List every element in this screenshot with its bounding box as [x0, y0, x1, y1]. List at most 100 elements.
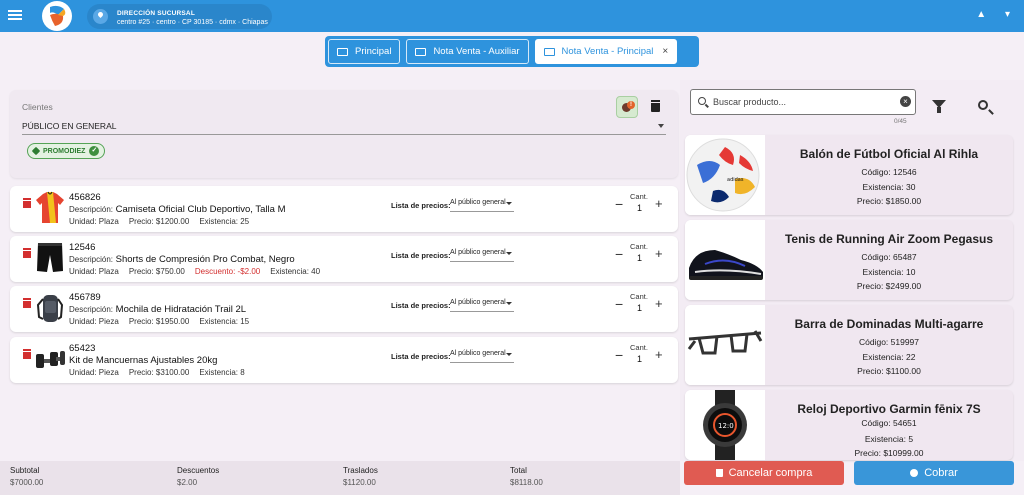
product-card[interactable]: Tenis de Running Air Zoom Pegasus Código… [685, 220, 1013, 300]
discounts-total: Descuentos $2.00 [177, 466, 220, 487]
increment-button[interactable]: + [655, 246, 663, 261]
item-meta: Unidad: Pieza Precio: $1950.00 Existencia:… [69, 317, 250, 326]
search-count: 0/45 [894, 118, 907, 125]
product-price: Precio: $1100.00 [857, 366, 921, 376]
charge-button[interactable]: Cobrar [854, 461, 1014, 485]
tab-nota-venta-auxiliar[interactable]: Nota Venta - Auxiliar [406, 39, 529, 64]
product-card[interactable]: 12:0 Reloj Deportivo Garmin fēnix 7S Cód… [685, 390, 1013, 460]
check-circle-icon[interactable]: ✓ [89, 146, 100, 156]
item-description: Descripción: Camiseta Oficial Club Depor… [69, 204, 286, 215]
product-code: Código: 519997 [858, 337, 920, 347]
cancel-purchase-button[interactable]: Cancelar compra [684, 461, 844, 485]
product-search[interactable]: × [690, 89, 916, 115]
product-code: Código: 12546 [861, 167, 917, 177]
price-list-select[interactable]: Al público general [450, 249, 514, 262]
price-list-select[interactable]: Al público general [450, 350, 514, 363]
tab-bar: Principal Nota Venta - Auxiliar Nota Ven… [325, 36, 699, 67]
folder-icon [337, 47, 348, 56]
grand-total: Total $8118.00 [510, 466, 543, 487]
product-card[interactable]: Barra de Dominadas Multi-agarre Código: … [685, 305, 1013, 385]
chevron-up-icon[interactable]: ▲ [976, 9, 986, 20]
dropdown-caret-icon [658, 124, 664, 128]
quantity-value[interactable]: 1 [637, 203, 642, 213]
item-code: 65423 [69, 343, 96, 354]
hamburger-menu-icon[interactable] [8, 8, 22, 22]
trash-icon [715, 469, 723, 477]
product-stock: Existencia: 22 [862, 352, 916, 362]
client-value: PÚBLICO EN GENERAL [22, 121, 117, 131]
product-name: Balón de Fútbol Oficial Al Rihla [799, 147, 979, 161]
location-pin-icon [93, 9, 108, 24]
decrement-button[interactable]: − [615, 347, 623, 363]
decrement-button[interactable]: − [615, 196, 623, 212]
svg-text:12:0: 12:0 [718, 422, 734, 430]
product-price: Precio: $10999.00 [854, 448, 924, 458]
shorts-thumbnail [37, 243, 63, 272]
branch-selector[interactable]: DIRECCIÓN SUCURSAL centro #25 · centro ·… [87, 4, 272, 29]
client-select[interactable]: PÚBLICO EN GENERAL [22, 121, 666, 135]
cart-item-row: 65423 Kit de Mancuernas Ajustables 20kg … [10, 337, 678, 383]
clear-cart-trash-icon[interactable] [651, 100, 660, 112]
dropdown-caret-icon [506, 353, 512, 356]
increment-button[interactable]: + [655, 196, 663, 211]
quantity-label: Cant. [630, 242, 648, 251]
tag-icon [31, 146, 41, 156]
price-list-select[interactable]: Al público general [450, 199, 514, 212]
product-stock: Existencia: 5 [864, 434, 914, 444]
quantity-value[interactable]: 1 [637, 354, 642, 364]
branch-title: DIRECCIÓN SUCURSAL [117, 10, 195, 17]
product-name: Barra de Dominadas Multi-agarre [794, 317, 984, 331]
promo-chip-label: PROMODIEZ [43, 147, 86, 155]
cart-item-row: 456826 Descripción: Camiseta Oficial Clu… [10, 186, 678, 232]
client-alert-button[interactable]: ! [616, 96, 638, 118]
increment-button[interactable]: + [655, 296, 663, 311]
item-meta: Unidad: Plaza Precio: $1200.00 Existencia:… [69, 217, 250, 226]
quantity-label: Cant. [630, 292, 648, 301]
promo-chip[interactable]: PROMODIEZ ✓ [27, 143, 106, 159]
price-list-label: Lista de precios: [391, 251, 451, 260]
dropdown-caret-icon [506, 202, 512, 205]
item-code: 456789 [69, 292, 101, 303]
product-search-input[interactable] [713, 94, 883, 110]
delete-item-icon[interactable] [23, 298, 31, 308]
filter-icon[interactable] [932, 100, 946, 113]
product-code: Código: 54651 [861, 418, 917, 428]
decrement-button[interactable]: − [615, 296, 623, 312]
search-icon [698, 97, 706, 105]
tab-nota-venta-principal[interactable]: Nota Venta - Principal × [534, 39, 678, 64]
price-list-select[interactable]: Al público general [450, 299, 514, 312]
quantity-label: Cant. [630, 343, 648, 352]
clear-search-icon[interactable]: × [900, 96, 911, 107]
search-button-icon[interactable] [978, 100, 988, 110]
dumbbells-thumbnail [36, 351, 65, 368]
tab-principal[interactable]: Principal [328, 39, 401, 64]
delete-item-icon[interactable] [23, 248, 31, 258]
cart-item-row: 456789 Descripción: Mochila de Hidrataci… [10, 286, 678, 332]
transfers-total: Traslados $1120.00 [343, 466, 378, 487]
quantity-value[interactable]: 1 [637, 253, 642, 263]
svg-text:adidas: adidas [727, 177, 744, 183]
tab-label: Nota Venta - Principal [561, 46, 654, 57]
decrement-button[interactable]: − [615, 246, 623, 262]
dropdown-caret-icon [506, 252, 512, 255]
tab-label: Principal [355, 46, 392, 57]
increment-button[interactable]: + [655, 347, 663, 362]
delete-item-icon[interactable] [23, 349, 31, 359]
branch-address: centro #25 · centro · CP 30185 · cdmx · … [117, 19, 268, 26]
dropdown-caret-icon [506, 302, 512, 305]
delete-item-icon[interactable] [23, 198, 31, 208]
product-card[interactable]: adidas Balón de Fútbol Oficial Al Rihla … [685, 135, 1013, 215]
menu-down-icon[interactable]: ▾ [1005, 9, 1010, 20]
folder-icon [415, 47, 427, 56]
item-description: Descripción: Mochila de Hidratación Trai… [69, 304, 247, 315]
folder-icon [543, 47, 555, 56]
jersey-thumbnail [36, 191, 64, 223]
quantity-value[interactable]: 1 [637, 303, 642, 313]
price-list-label: Lista de precios: [391, 352, 451, 361]
item-meta: Unidad: Plaza Precio: $750.00 Descuento: -… [69, 267, 321, 276]
tab-label: Nota Venta - Auxiliar [433, 46, 520, 57]
close-tab-icon[interactable]: × [662, 46, 668, 57]
sport-watch-image: 12:0 [685, 390, 765, 460]
pullup-bar-image [685, 305, 765, 385]
product-price: Precio: $2499.00 [856, 281, 922, 291]
